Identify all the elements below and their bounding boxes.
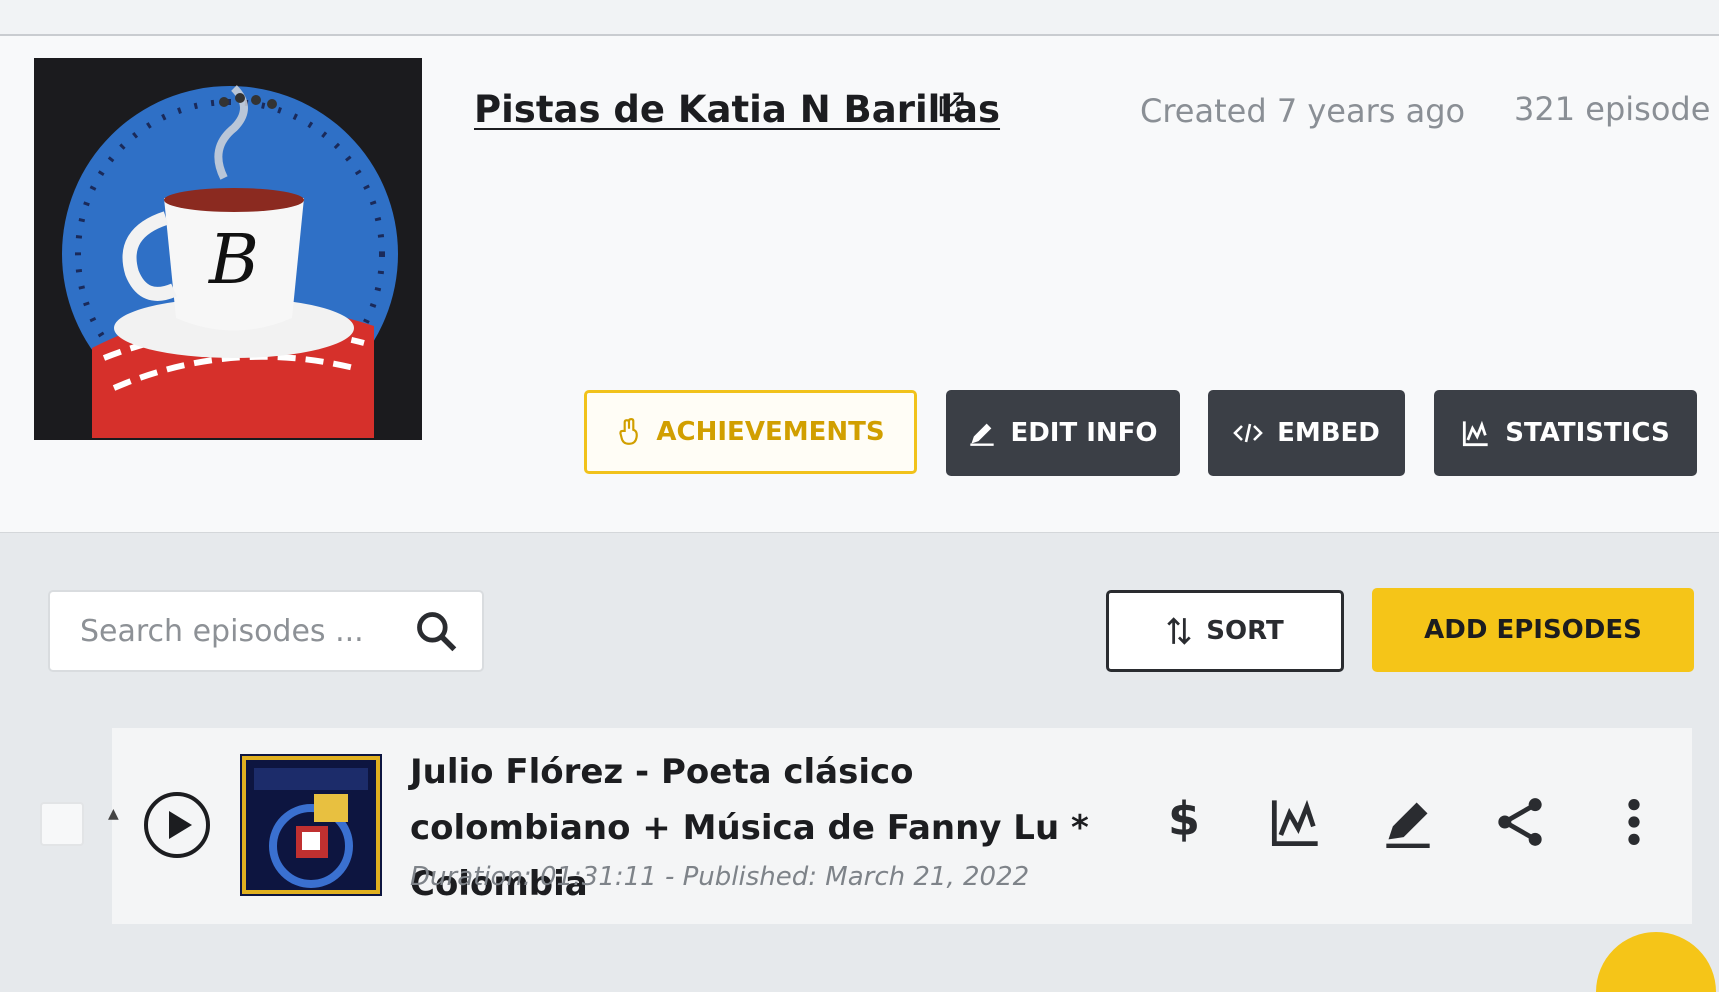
episode-count: 321 episode [1514,90,1711,128]
episode-thumbnail [240,754,382,896]
created-date: Created 7 years ago [1140,92,1466,130]
edit-info-button[interactable]: EDIT INFO [946,390,1180,476]
embed-button[interactable]: EMBED [1208,390,1405,476]
dollar-icon[interactable]: $ [1168,792,1200,846]
top-bar [0,0,1719,36]
sort-label: SORT [1206,616,1284,646]
hand-icon [619,418,639,445]
add-episodes-button[interactable]: ADD EPISODES [1372,588,1694,672]
more-vertical-icon[interactable] [1608,796,1660,848]
cover-monogram: B [207,221,259,300]
chart-icon [1463,420,1488,447]
episode-select-checkbox[interactable] [40,802,84,846]
search-input[interactable] [78,612,414,650]
sort-icon [1167,617,1191,645]
search-icon[interactable] [414,609,458,653]
external-link-icon[interactable] [936,90,966,120]
achievements-button[interactable]: ACHIEVEMENTS [584,390,917,474]
podcast-title-link[interactable]: Pistas de Katia N Barillas [474,88,1000,131]
episode-statistics-icon[interactable] [1270,796,1322,848]
pencil-icon [970,423,995,446]
sort-button[interactable]: SORT [1106,590,1344,672]
floating-action-button[interactable] [1596,932,1716,992]
add-episodes-label: ADD EPISODES [1424,615,1642,645]
drag-handle-icon[interactable]: ▲ [108,806,119,822]
code-icon [1233,423,1263,443]
embed-label: EMBED [1277,418,1380,448]
episode-meta: Duration: 01:31:11 - Published: March 21… [410,862,1030,892]
search-box[interactable] [48,590,484,672]
edit-info-label: EDIT INFO [1010,418,1158,448]
statistics-label: STATISTICS [1505,418,1670,448]
statistics-button[interactable]: STATISTICS [1434,390,1697,476]
edit-episode-icon[interactable] [1382,796,1434,848]
play-icon[interactable] [142,790,212,860]
share-icon[interactable] [1494,796,1546,848]
podcast-cover-image: B [34,58,422,440]
achievements-label: ACHIEVEMENTS [656,417,885,447]
